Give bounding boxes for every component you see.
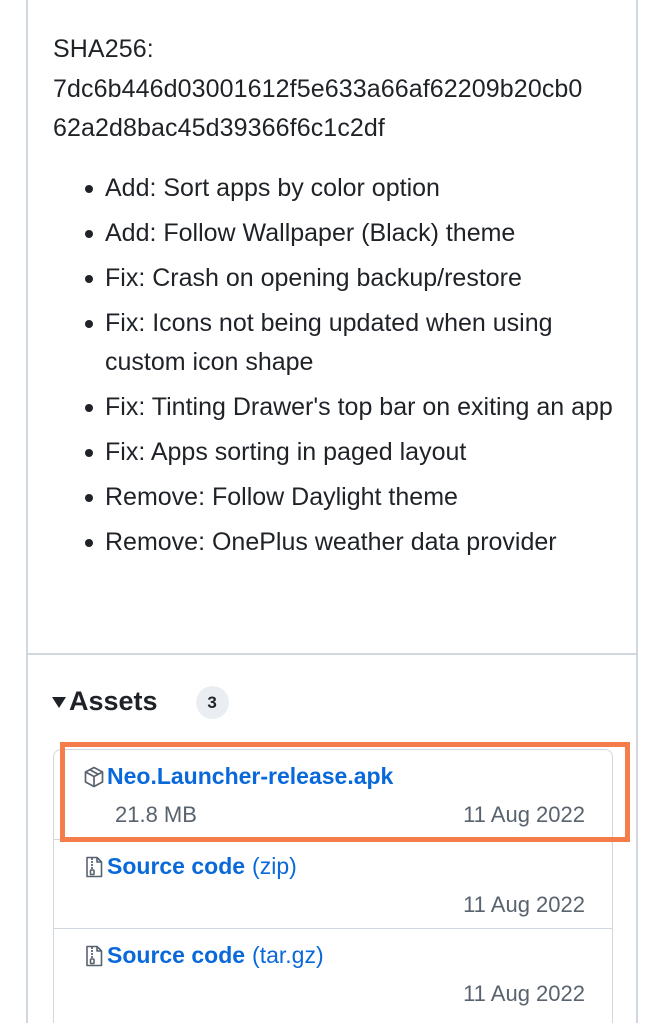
changelog-item: Fix: Icons not being updated when using … — [53, 304, 613, 382]
sha256-block: SHA256: 7dc6b446d03001612f5e633a66af6220… — [53, 30, 582, 149]
changelog-item: Fix: Tinting Drawer's top bar on exiting… — [53, 388, 613, 427]
changelog-item: Fix: Apps sorting in paged layout — [53, 433, 613, 472]
asset-date: 11 Aug 2022 — [463, 802, 585, 827]
asset-link-source-targz[interactable]: Source code (tar.gz) — [82, 942, 324, 969]
assets-count-badge: 3 — [195, 686, 229, 719]
changelog-item: Remove: OnePlus weather data provider — [53, 523, 613, 562]
assets-title: Assets — [69, 686, 158, 716]
assets-list: Neo.Launcher-release.apk 21.8 MB 11 Aug … — [53, 749, 613, 1023]
sha256-hash-line-2: 62a2d8bac45d39366f6c1c2df — [53, 114, 385, 142]
changelog-list: Add: Sort apps by color option Add: Foll… — [53, 169, 613, 568]
sha256-hash-line-1: 7dc6b446d03001612f5e633a66af62209b20cb0 — [53, 74, 583, 103]
changelog-item: Add: Follow Wallpaper (Black) theme — [53, 214, 613, 253]
package-icon — [84, 766, 104, 787]
caret-down-icon — [52, 697, 66, 708]
asset-date: 11 Aug 2022 — [463, 892, 585, 917]
asset-format: (tar.gz) — [252, 942, 324, 968]
assets-toggle[interactable]: Assets 3 — [52, 684, 229, 719]
asset-row-apk: Neo.Launcher-release.apk 21.8 MB 11 Aug … — [54, 750, 612, 839]
asset-date: 11 Aug 2022 — [463, 981, 585, 1006]
asset-size: 21.8 MB — [115, 802, 197, 827]
changelog-item: Fix: Crash on opening backup/restore — [53, 259, 613, 298]
changelog-item: Remove: Follow Daylight theme — [53, 478, 613, 517]
asset-format: (zip) — [252, 853, 297, 879]
asset-row-targz: Source code (tar.gz) 11 Aug 2022 — [54, 928, 612, 1018]
file-zip-icon — [86, 945, 103, 966]
file-zip-icon — [86, 856, 103, 877]
asset-name: Source code — [107, 942, 246, 968]
section-divider — [28, 653, 638, 655]
asset-name: Neo.Launcher-release.apk — [107, 763, 394, 789]
asset-link-apk[interactable]: Neo.Launcher-release.apk — [82, 763, 393, 790]
asset-row-zip: Source code (zip) 11 Aug 2022 — [54, 839, 612, 929]
changelog-item: Add: Sort apps by color option — [53, 169, 613, 208]
asset-link-source-zip[interactable]: Source code (zip) — [82, 853, 297, 880]
sha256-label: SHA256: — [53, 35, 154, 63]
asset-name: Source code — [107, 853, 246, 879]
